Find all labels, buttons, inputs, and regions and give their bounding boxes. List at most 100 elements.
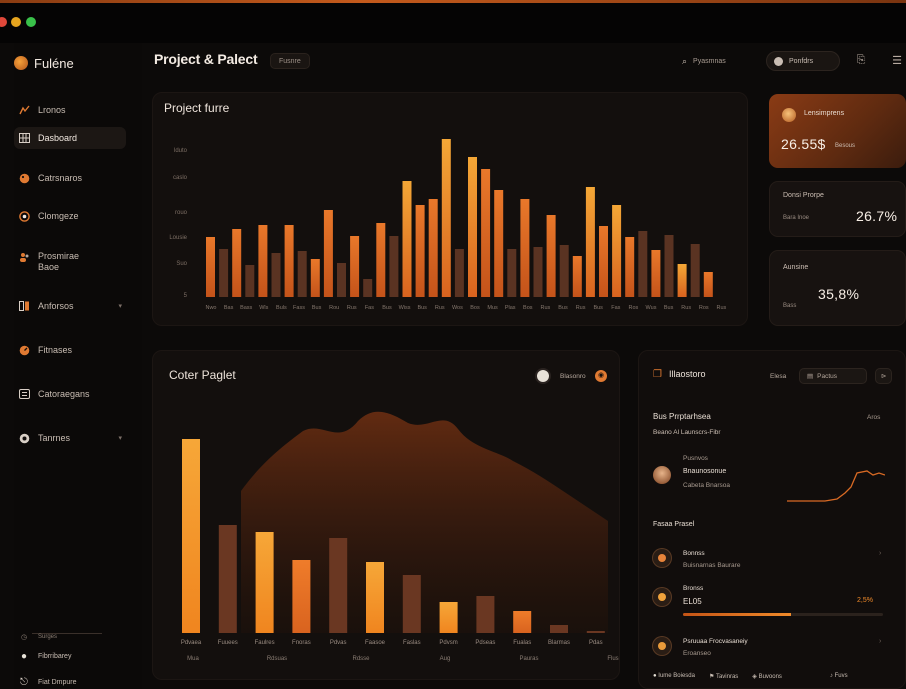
sidebar-item-catrsnaros[interactable]: Catrsnaros: [14, 167, 126, 189]
chart-bar: [533, 247, 543, 297]
maximize-window-button[interactable]: [26, 17, 36, 27]
footer-link[interactable]: ♪ Fuvs: [830, 673, 848, 680]
chart-bar: [389, 236, 399, 297]
sidebar-item-prosmirae[interactable]: Prosmirae Baoe: [14, 246, 126, 278]
people-icon: [18, 251, 30, 263]
avatar: [782, 108, 796, 122]
chart-bar: [664, 235, 674, 297]
calendar-icon: ▤: [807, 373, 814, 380]
period-button[interactable]: ▤ Pactus: [799, 368, 867, 384]
x-tick-label: Blarmas: [548, 640, 570, 646]
stat-card-revenue[interactable]: Lensimprens 26.55$ Besous: [769, 94, 906, 168]
sidebar-footer-label: Surges: [38, 634, 58, 640]
x-tick-label-secondary: Rdsuas: [267, 656, 287, 662]
sidebar-item-lronos[interactable]: Lronos: [14, 99, 126, 121]
chart-bar: [284, 225, 294, 297]
stat-value: 35,8%: [818, 286, 860, 302]
chevron-right-icon[interactable]: ›: [879, 550, 881, 557]
x-tick-label: Wus: [646, 305, 657, 311]
x-tick-label-secondary: Mua: [187, 656, 199, 662]
brand[interactable]: Fuléne: [14, 53, 74, 73]
x-tick-label: Wls: [259, 305, 268, 311]
x-tick-label: Ros: [699, 305, 709, 311]
search-icon: ⌕: [682, 55, 688, 66]
x-tick-label: Bus: [312, 305, 322, 311]
chart-bar: [550, 625, 568, 633]
chart-bar: [337, 263, 346, 297]
chart-bar: [507, 249, 517, 297]
chart-bar: [271, 253, 281, 297]
list-avatar: [653, 588, 671, 606]
stat-value: 26.7%: [856, 208, 898, 224]
stat-sub: Bass: [783, 303, 797, 309]
sidebar-item-label: Tanrnes: [38, 433, 71, 443]
header-search[interactable]: ⌕ Pyasmnas: [676, 52, 748, 70]
sidebar-item-dashboard[interactable]: Dasboard: [14, 127, 126, 149]
section-subtitle: Beano Al Launscrs-Fibr: [653, 429, 721, 436]
sidebar-item-tanrnes[interactable]: Tanrnes ▾: [14, 427, 126, 449]
chart-bar: [255, 532, 274, 633]
footer-link[interactable]: ⚑ Tavinras: [709, 673, 738, 680]
sidebar-footer-item[interactable]: ⎋ Fiat Dmpure: [14, 671, 126, 689]
list-item-value: EL05: [683, 597, 702, 606]
right-list-panel: ❐ Illaostoro Elesa ▤ Pactus ⊳ Bus Prrpta…: [638, 350, 906, 689]
sidebar-item-clomgeze[interactable]: Clomgeze: [14, 205, 126, 227]
list-item-percent: 2,5%: [857, 597, 873, 604]
chart-bar: [206, 237, 215, 297]
sidebar-item-label: Prosmirae Baoe: [38, 251, 80, 272]
brand-logo-icon: [14, 56, 28, 70]
filter-button[interactable]: Elesa: [763, 368, 793, 384]
x-tick-label: Buls: [276, 305, 287, 311]
coin-icon: [658, 554, 666, 562]
x-tick-label-secondary: Flus: [607, 656, 618, 662]
x-tick-label: Pdvaea: [181, 640, 202, 646]
stat-sub: Besous: [835, 143, 856, 149]
header-filter-chip[interactable]: Fusnre: [270, 53, 310, 69]
sidebar-item-label: Lronos: [38, 105, 66, 115]
stat-label: Aunsine: [783, 264, 809, 271]
chart-bar: [513, 611, 532, 633]
x-tick-label: Wiss: [399, 305, 411, 311]
footer-link[interactable]: ◈ Buvoons: [752, 673, 782, 680]
chart-bar: [323, 210, 333, 297]
sidebar-item-catoraegans[interactable]: Catoraegans: [14, 383, 126, 405]
section-more-link[interactable]: Aros: [867, 414, 880, 421]
menu-icon[interactable]: ☰: [890, 53, 904, 67]
search-label: Pyasmnas: [693, 57, 726, 65]
section-title: Fasaa Prasel: [653, 521, 695, 528]
list-avatar: [653, 549, 671, 567]
sidebar-item-fitnases[interactable]: Fitnases: [14, 339, 126, 361]
chart-icon: [18, 104, 30, 116]
footer-link[interactable]: ● Iume Boiesda: [653, 673, 695, 680]
page-title: Project & Palect: [154, 51, 258, 67]
close-window-button[interactable]: [0, 17, 7, 27]
x-tick-label: Fuuees: [218, 640, 238, 646]
chevron-right-icon[interactable]: ›: [879, 638, 881, 645]
sidebar-footer-item[interactable]: ● Fibrribarey: [14, 645, 126, 667]
more-button[interactable]: ⊳: [875, 368, 893, 384]
stat-card-audience[interactable]: Aunsine 35,8% Bass: [769, 250, 906, 326]
user-menu[interactable]: Ponfdrs: [766, 51, 840, 71]
x-tick-label: Pdas: [589, 640, 603, 646]
x-tick-label: Fas: [365, 305, 374, 311]
brand-name: Fuléne: [34, 55, 74, 71]
sidebar-item-anforsos[interactable]: Anforsos ▾: [14, 295, 126, 317]
user-label: Ponfdrs: [789, 57, 814, 65]
user-avatar-icon: [774, 56, 783, 66]
x-tick-label: Rus: [435, 305, 445, 311]
share-icon[interactable]: ⎘: [854, 53, 868, 67]
chart-bar: [441, 139, 451, 297]
x-tick-label: Fualas: [513, 640, 531, 646]
stat-card-conversion[interactable]: Donsi Prorpe Bara Inoe 26.7%: [769, 181, 906, 237]
sidebar-footer-label: Fiat Dmpure: [38, 678, 77, 686]
sidebar-footer-label: Fibrribarey: [38, 652, 72, 660]
chart-bar: [366, 562, 384, 633]
x-tick-label: Ros: [629, 305, 639, 311]
x-tick-label: Fnoras: [292, 640, 311, 646]
minimize-window-button[interactable]: [11, 17, 21, 27]
x-tick-label-secondary: Pauras: [519, 656, 538, 662]
progress-fill: [683, 613, 791, 616]
sidebar-item-label: Clomgeze: [38, 211, 79, 221]
sidebar: Fuléne Lronos Dasboard Catrsnaros Clomge…: [14, 43, 142, 689]
x-tick-label: Bos: [523, 305, 533, 311]
